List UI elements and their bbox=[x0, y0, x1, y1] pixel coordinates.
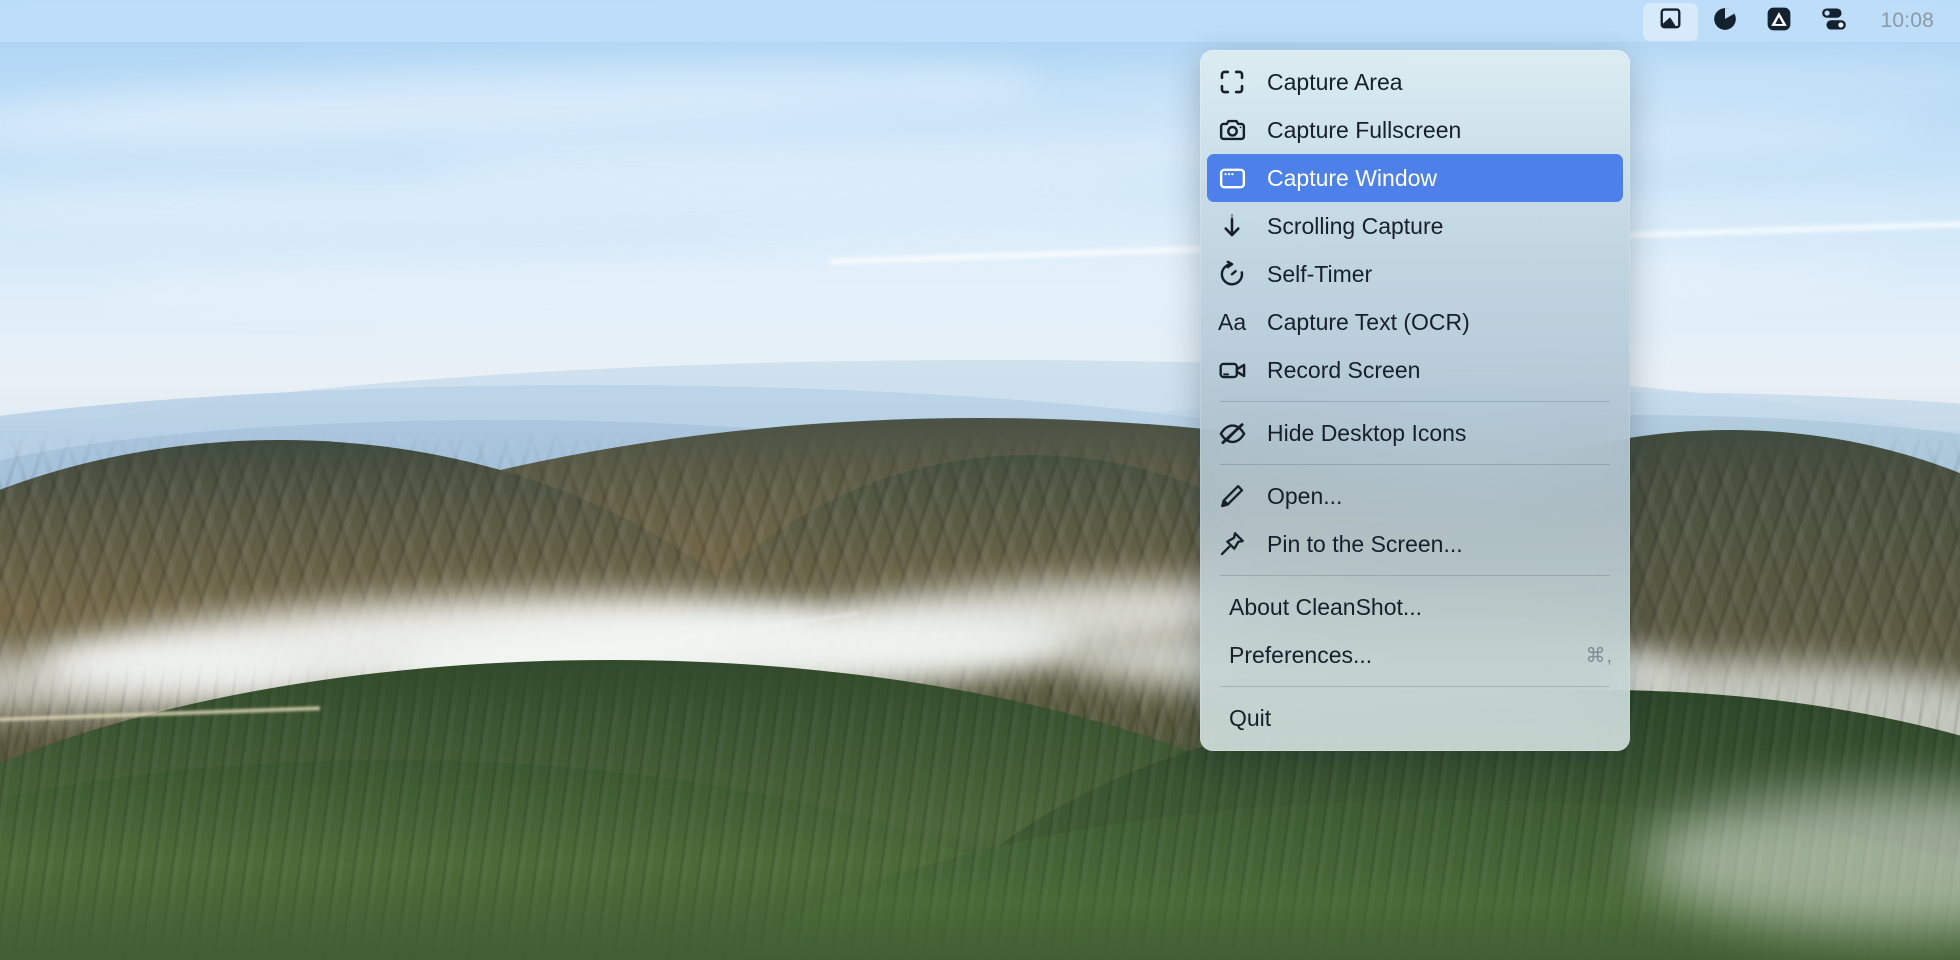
menu-bar-clock[interactable]: 10:08 bbox=[1862, 9, 1938, 33]
macos-menu-bar: 10:08 bbox=[0, 0, 1960, 42]
menu-item-scrolling-capture[interactable]: Scrolling Capture bbox=[1207, 202, 1623, 250]
menu-item-capture-window[interactable]: Capture Window bbox=[1207, 154, 1623, 202]
menu-item-label: Self-Timer bbox=[1267, 260, 1373, 287]
pencil-icon bbox=[1218, 481, 1256, 511]
timer-icon bbox=[1218, 259, 1256, 289]
menu-separator bbox=[1220, 686, 1610, 687]
desktop: 10:08 Capture Area Capture Fullscreen Ca… bbox=[0, 0, 1960, 960]
menu-item-preferences[interactable]: Preferences... ⌘, bbox=[1207, 631, 1623, 679]
control-center-menubar-item[interactable] bbox=[1806, 0, 1862, 42]
menu-item-label: Hide Desktop Icons bbox=[1267, 419, 1467, 446]
menu-item-record-screen[interactable]: Record Screen bbox=[1207, 346, 1623, 394]
window-icon bbox=[1218, 163, 1256, 193]
cleanshot-icon bbox=[1657, 6, 1684, 38]
capture-area-icon bbox=[1218, 67, 1256, 97]
menu-item-label: Capture Window bbox=[1267, 164, 1438, 191]
menu-item-label: Preferences... bbox=[1229, 641, 1373, 668]
menu-separator bbox=[1220, 575, 1610, 576]
battery-pie-menubar-item[interactable] bbox=[1698, 0, 1752, 42]
eye-slash-icon bbox=[1218, 418, 1256, 448]
menu-item-label: About CleanShot... bbox=[1229, 593, 1423, 620]
menu-item-hide-desktop-icons[interactable]: Hide Desktop Icons bbox=[1207, 409, 1623, 457]
menu-separator bbox=[1220, 401, 1610, 402]
menu-bar-status-area: 10:08 bbox=[1643, 0, 1960, 42]
menu-item-pin-to-the-screen[interactable]: Pin to the Screen... bbox=[1207, 520, 1623, 568]
menu-item-label: Capture Fullscreen bbox=[1267, 116, 1462, 143]
cleanshot-dropdown-menu: Capture Area Capture Fullscreen Capture … bbox=[1200, 50, 1630, 751]
menu-item-label: Capture Area bbox=[1267, 68, 1403, 95]
menu-item-quit[interactable]: Quit bbox=[1207, 694, 1623, 742]
app-triangle-menubar-item[interactable] bbox=[1752, 0, 1806, 42]
menu-item-label: Open... bbox=[1267, 482, 1343, 509]
menu-item-self-timer[interactable]: Self-Timer bbox=[1207, 250, 1623, 298]
menu-item-capture-text-ocr[interactable]: Aa Capture Text (OCR) bbox=[1207, 298, 1623, 346]
menu-item-label: Quit bbox=[1229, 704, 1272, 731]
menu-item-capture-area[interactable]: Capture Area bbox=[1207, 58, 1623, 106]
pie-chart-icon bbox=[1712, 6, 1738, 37]
camera-icon bbox=[1218, 115, 1256, 145]
menu-item-capture-fullscreen[interactable]: Capture Fullscreen bbox=[1207, 106, 1623, 154]
menu-item-open[interactable]: Open... bbox=[1207, 472, 1623, 520]
pin-icon bbox=[1218, 529, 1256, 559]
menu-item-label: Capture Text (OCR) bbox=[1267, 308, 1470, 335]
triangle-badge-icon bbox=[1766, 6, 1792, 37]
toggles-icon bbox=[1820, 6, 1848, 37]
menu-separator bbox=[1220, 464, 1610, 465]
menu-item-about-cleanshot[interactable]: About CleanShot... bbox=[1207, 583, 1623, 631]
menu-item-label: Pin to the Screen... bbox=[1267, 530, 1463, 557]
menu-item-label: Record Screen bbox=[1267, 356, 1421, 383]
menu-item-shortcut: ⌘, bbox=[1585, 644, 1613, 667]
green-hill-texture bbox=[0, 660, 1960, 960]
cleanshot-menubar-item[interactable] bbox=[1643, 3, 1699, 41]
arrow-down-icon bbox=[1218, 211, 1256, 241]
menu-item-label: Scrolling Capture bbox=[1267, 212, 1444, 239]
aa-text-icon: Aa bbox=[1218, 308, 1247, 335]
video-camera-icon bbox=[1218, 355, 1256, 385]
